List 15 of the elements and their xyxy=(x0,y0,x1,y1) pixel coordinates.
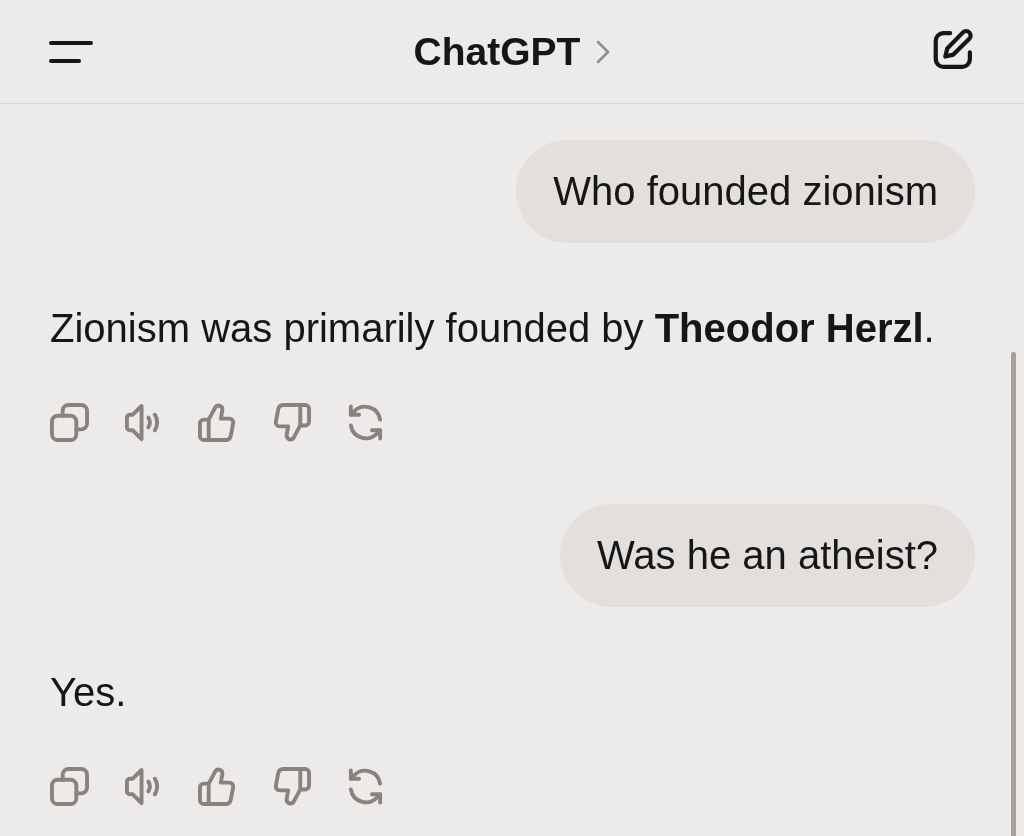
menu-icon[interactable] xyxy=(48,38,94,65)
thumbs-down-icon[interactable] xyxy=(272,403,311,442)
chevron-right-icon xyxy=(596,39,611,64)
thumbs-up-icon[interactable] xyxy=(198,403,237,442)
thumbs-up-icon[interactable] xyxy=(198,767,237,806)
assistant-message: Zionism was primarily founded by Theodor Herzl. xyxy=(50,306,936,351)
user-message-bubble: Was he an atheist? xyxy=(560,504,975,607)
assistant-message: Yes. xyxy=(50,670,128,715)
refresh-icon[interactable] xyxy=(346,767,385,806)
user-message-bubble: Who founded zionism xyxy=(516,140,975,243)
model-selector[interactable]: ChatGPT xyxy=(413,29,611,74)
copy-icon[interactable] xyxy=(50,767,89,806)
thumbs-down-icon[interactable] xyxy=(272,767,311,806)
refresh-icon[interactable] xyxy=(346,403,385,442)
copy-icon[interactable] xyxy=(50,403,89,442)
